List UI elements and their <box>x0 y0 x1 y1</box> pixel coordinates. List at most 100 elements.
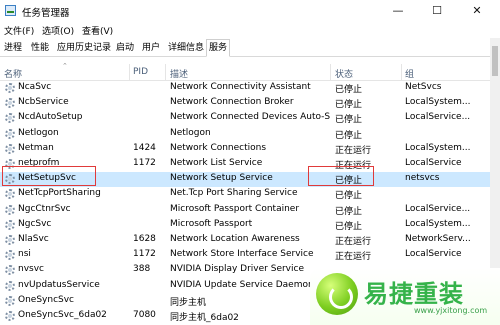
service-description: Network Connected Devices Auto-S... <box>170 112 330 123</box>
service-pid: 388 <box>133 264 151 275</box>
service-group: LocalService... <box>405 203 471 214</box>
service-status: 正在运行 <box>335 237 372 247</box>
watermark-refresh-icon <box>316 273 358 315</box>
service-description: NVIDIA Display Driver Service <box>170 264 304 275</box>
service-group: NetworkServ... <box>405 234 471 244</box>
close-button[interactable]: ✕ <box>463 3 491 19</box>
tab-performance[interactable]: 性能 <box>29 41 51 56</box>
service-description: Network Connection Broker <box>170 97 294 108</box>
table-row[interactable]: Netlogon Netlogon 已停止 <box>0 127 490 142</box>
column-header-status[interactable]: 状态 <box>335 67 353 80</box>
service-pid: 7080 <box>133 310 156 320</box>
table-row[interactable]: NcbService Network Connection Broker 已停止 Lo… <box>0 96 490 111</box>
service-gear-icon <box>5 204 15 215</box>
menu-file[interactable]: 文件(F) <box>4 24 34 37</box>
column-divider[interactable] <box>401 64 402 81</box>
service-group: LocalService <box>405 158 462 168</box>
column-divider[interactable] <box>129 64 130 81</box>
task-manager-icon <box>5 5 16 16</box>
table-row[interactable]: NlaSvc 1628 Network Location Awareness 正在运行… <box>0 233 490 248</box>
service-name: OneSyncSvc_6da02 <box>18 310 107 320</box>
service-name: Netman <box>18 142 54 153</box>
watermark-logo: 易捷重装 www.yjxitong.com <box>310 268 500 325</box>
tab-users[interactable]: 用户 <box>140 41 162 56</box>
tab-bar: 进程 性能 应用历史记录 启动 用户 详细信息 服务 <box>0 38 500 57</box>
scrollbar-thumb[interactable] <box>492 46 498 76</box>
service-group: LocalSystem... <box>405 142 471 153</box>
service-gear-icon <box>5 143 15 154</box>
column-divider[interactable] <box>330 64 331 81</box>
window-title: 任务管理器 <box>22 8 70 19</box>
service-description: 同步主机 <box>170 297 207 308</box>
column-header-group[interactable]: 组 <box>405 67 414 80</box>
watermark-url: www.yjxitong.com <box>414 306 488 315</box>
service-description: Network Setup Service <box>170 173 273 184</box>
tab-app-history[interactable]: 应用历史记录 <box>55 41 113 56</box>
service-gear-icon <box>5 219 15 230</box>
tab-services[interactable]: 服务 <box>206 39 231 57</box>
tab-details[interactable]: 详细信息 <box>166 41 206 56</box>
service-gear-icon <box>5 265 15 276</box>
table-row[interactable]: NgcSvc Microsoft Passport 已停止 LocalSystem..… <box>0 218 490 233</box>
maximize-button[interactable]: ☐ <box>423 3 451 19</box>
service-gear-icon <box>5 98 15 109</box>
service-description: Network Connections <box>170 142 267 153</box>
service-description: Network List Service <box>170 158 263 168</box>
service-description: Network Store Interface Service <box>170 249 314 260</box>
menu-options[interactable]: 选项(O) <box>42 24 74 37</box>
service-gear-icon <box>5 189 15 200</box>
title-bar: 任务管理器 — ☐ ✕ <box>0 0 500 22</box>
service-description: Netlogon <box>170 127 211 138</box>
highlight-box-name <box>2 166 96 186</box>
column-header-pid[interactable]: PID <box>133 67 148 77</box>
watermark-text: 易捷重装 <box>364 280 464 308</box>
service-name: NgcCtnrSvc <box>18 203 71 214</box>
table-row[interactable]: nsi 1172 Network Store Interface Service 正在… <box>0 248 490 263</box>
service-status: 正在运行 <box>335 252 372 263</box>
service-pid: 1628 <box>133 234 156 244</box>
table-header: ⌃ 名称 PID 描述 状态 组 <box>0 62 490 81</box>
service-description: Microsoft Passport Container <box>170 203 300 214</box>
service-status: 已停止 <box>335 100 363 111</box>
service-description: NVIDIA Update Service Daemon <box>170 279 314 290</box>
column-header-description[interactable]: 描述 <box>170 67 188 80</box>
table-row[interactable]: NcdAutoSetup Network Connected Devices Au… <box>0 111 490 126</box>
service-name: NcbService <box>18 97 69 108</box>
minimize-button[interactable]: — <box>384 3 412 19</box>
column-divider[interactable] <box>165 64 166 81</box>
service-group: LocalSystem... <box>405 218 471 229</box>
menu-view[interactable]: 查看(V) <box>82 24 113 37</box>
service-name: nsi <box>18 249 31 260</box>
service-gear-icon <box>5 250 15 261</box>
service-status: 已停止 <box>335 130 363 141</box>
service-gear-icon <box>5 311 15 321</box>
service-status: 已停止 <box>335 85 363 95</box>
service-description: Network Connectivity Assistant <box>170 82 311 92</box>
service-status: 已停止 <box>335 115 363 126</box>
service-gear-icon <box>5 113 15 124</box>
service-gear-icon <box>5 280 15 291</box>
service-group: LocalService <box>405 249 462 260</box>
service-description: Net.Tcp Port Sharing Service <box>170 188 298 199</box>
service-name: NlaSvc <box>18 234 49 244</box>
table-row[interactable]: Netman 1424 Network Connections 正在运行 LocalSy… <box>0 142 490 157</box>
service-name: Netlogon <box>18 127 59 138</box>
service-status: 正在运行 <box>335 145 372 156</box>
tab-startup[interactable]: 启动 <box>114 41 136 56</box>
table-row[interactable]: NcaSvc Network Connectivity Assistant 已停止 N… <box>0 81 490 96</box>
service-status: 已停止 <box>335 191 363 202</box>
menu-bar: 文件(F) 选项(O) 查看(V) <box>0 22 500 38</box>
table-row[interactable]: NgcCtnrSvc Microsoft Passport Container 已停… <box>0 203 490 218</box>
service-name: nvUpdatusService <box>18 279 100 290</box>
service-group: netsvcs <box>405 173 440 184</box>
service-pid: 1172 <box>133 249 156 260</box>
service-status: 已停止 <box>335 221 363 232</box>
tab-processes[interactable]: 进程 <box>2 41 24 56</box>
service-pid: 1424 <box>133 142 156 153</box>
column-header-name[interactable]: 名称 <box>4 67 22 80</box>
service-gear-icon <box>5 235 15 245</box>
service-gear-icon <box>5 128 15 139</box>
service-name: OneSyncSvc <box>18 294 75 305</box>
table-row[interactable]: NetTcpPortSharing Net.Tcp Port Sharing Se… <box>0 187 490 202</box>
service-status: 已停止 <box>335 206 363 217</box>
